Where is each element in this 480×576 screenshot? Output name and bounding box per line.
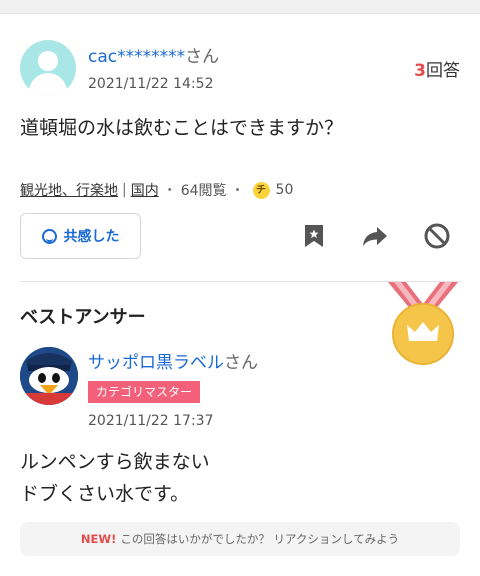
coin-amount: 50 [275,182,294,198]
answer-user-name[interactable]: サッポロ黒ラベル [88,353,224,373]
smile-icon [41,228,57,244]
question-user-name[interactable]: cac******** [88,47,185,67]
reaction-prompt[interactable]: NEW! この回答はいかがでしたか？ リアクションしてみよう [20,522,460,556]
answer-count-label: 回答 [426,61,460,81]
avatar-head [38,51,58,71]
mascot-avatar[interactable] [20,347,78,405]
question-text: 道頓堀の水は飲むことはできますか？ [20,117,344,139]
top-bar [0,0,480,14]
avatar-body [29,73,67,96]
meta-dot: ・ [230,183,245,199]
view-count: 64閲覧 [180,183,227,199]
question-date: 2021/11/22 14:52 [88,76,214,92]
category-link-domestic[interactable]: 国内 [131,180,159,200]
question-user-suffix: さん [185,47,220,67]
answer-date: 2021/11/22 17:37 [88,413,214,429]
answer-text: ルンペンすら飲まない ドブくさい水です。 [20,446,210,510]
answer-count[interactable]: 3回答 [414,56,460,81]
crown-medal-icon [388,282,458,365]
block-icon[interactable] [423,222,451,250]
answer-text-line: ルンペンすら飲まない [20,451,210,473]
category-master-badge: カテゴリマスター [88,381,201,403]
best-answer-heading: ベストアンサー [20,307,146,328]
bookmark-icon[interactable] [300,222,328,250]
empathy-button[interactable]: 共感した [20,213,141,259]
answer-user-suffix: さん [224,353,258,373]
answer-text-line: ドブくさい水です。 [20,483,190,505]
question-meta: 観光地、行楽地 | 国内 ・ 64閲覧 ・ チ 50 [20,180,293,200]
meta-dot: ・ [162,183,177,199]
new-label: NEW! [80,532,117,546]
answer-count-number: 3 [414,61,426,81]
coin-icon: チ [252,181,270,199]
category-separator: | [122,182,127,198]
answer-user[interactable]: サッポロ黒ラベルさん [88,348,258,373]
category-link-sightseeing[interactable]: 観光地、行楽地 [20,180,118,200]
empathy-label: 共感した [63,229,120,245]
user-avatar-icon[interactable] [20,40,76,96]
reaction-prompt-text: この回答はいかがでしたか？ リアクションしてみよう [120,532,400,546]
share-icon[interactable] [361,222,389,250]
question-user[interactable]: cac********さん [88,42,219,67]
